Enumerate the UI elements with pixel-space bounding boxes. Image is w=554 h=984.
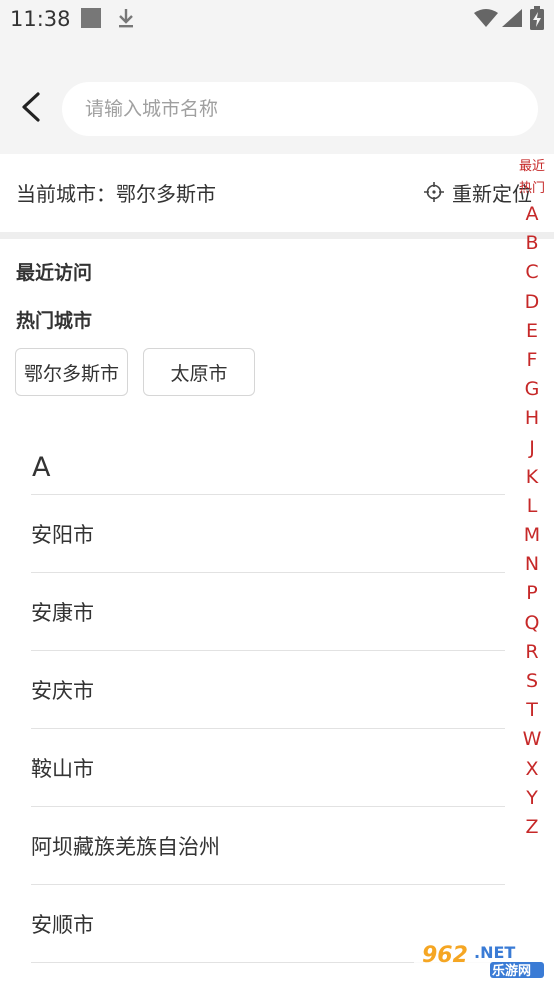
index-letter-m[interactable]: M bbox=[512, 521, 552, 550]
index-letter-q[interactable]: Q bbox=[512, 609, 552, 638]
index-letter-j[interactable]: J bbox=[512, 434, 552, 463]
download-icon bbox=[119, 9, 133, 28]
current-city-bar: 当前城市：鄂尔多斯市 重新定位 bbox=[0, 154, 554, 232]
hot-city-button[interactable]: 鄂尔多斯市 bbox=[15, 348, 128, 396]
index-recent[interactable]: 最近 bbox=[512, 156, 552, 178]
city-list-item[interactable]: 安康市 bbox=[31, 573, 505, 651]
index-letter-t[interactable]: T bbox=[512, 696, 552, 725]
index-letter-s[interactable]: S bbox=[512, 667, 552, 696]
current-city-label: 当前城市：鄂尔多斯市 bbox=[16, 182, 216, 206]
letter-section-header: A bbox=[32, 452, 51, 483]
city-list-item[interactable]: 安阳市 bbox=[31, 495, 505, 573]
hot-cities-title: 热门城市 bbox=[16, 310, 93, 332]
svg-text:962: 962 bbox=[422, 943, 468, 968]
index-letter-d[interactable]: D bbox=[512, 288, 552, 317]
city-list: 安阳市 安康市 安庆市 鞍山市 阿坝藏族羌族自治州 安顺市 bbox=[31, 495, 505, 963]
index-letter-l[interactable]: L bbox=[512, 492, 552, 521]
hot-city-button[interactable]: 太原市 bbox=[143, 348, 255, 396]
battery-charging-icon bbox=[530, 6, 544, 30]
index-hot[interactable]: 热门 bbox=[512, 178, 552, 200]
alphabet-index-bar[interactable]: 最近 热门 A B C D E F G H J K L M N P Q R S … bbox=[512, 156, 552, 842]
signal-icon bbox=[502, 9, 522, 27]
index-letter-r[interactable]: R bbox=[512, 638, 552, 667]
header bbox=[0, 38, 554, 154]
search-input[interactable] bbox=[62, 82, 538, 136]
section-divider bbox=[0, 232, 554, 239]
recent-visits-title: 最近访问 bbox=[16, 262, 93, 284]
index-letter-h[interactable]: H bbox=[512, 404, 552, 433]
city-list-item[interactable]: 安庆市 bbox=[31, 651, 505, 729]
crosshair-icon bbox=[424, 182, 444, 202]
index-letter-e[interactable]: E bbox=[512, 317, 552, 346]
index-letter-y[interactable]: Y bbox=[512, 784, 552, 813]
square-notification-icon bbox=[81, 8, 101, 28]
index-letter-c[interactable]: C bbox=[512, 258, 552, 287]
city-list-item[interactable]: 鞍山市 bbox=[31, 729, 505, 807]
watermark-subtext: 乐游网 bbox=[492, 964, 532, 979]
index-letter-x[interactable]: X bbox=[512, 755, 552, 784]
status-bar: 11:38 bbox=[0, 0, 554, 38]
index-letter-a[interactable]: A bbox=[512, 200, 552, 229]
index-letter-f[interactable]: F bbox=[512, 346, 552, 375]
status-time: 11:38 bbox=[10, 7, 71, 31]
chevron-left-icon[interactable] bbox=[16, 91, 48, 123]
index-letter-k[interactable]: K bbox=[512, 463, 552, 492]
wifi-icon bbox=[474, 9, 498, 27]
index-letter-b[interactable]: B bbox=[512, 229, 552, 258]
index-letter-n[interactable]: N bbox=[512, 550, 552, 579]
index-letter-p[interactable]: P bbox=[512, 579, 552, 608]
index-letter-g[interactable]: G bbox=[512, 375, 552, 404]
index-letter-w[interactable]: W bbox=[512, 725, 552, 754]
index-letter-z[interactable]: Z bbox=[512, 813, 552, 842]
city-list-item[interactable]: 阿坝藏族羌族自治州 bbox=[31, 807, 505, 885]
